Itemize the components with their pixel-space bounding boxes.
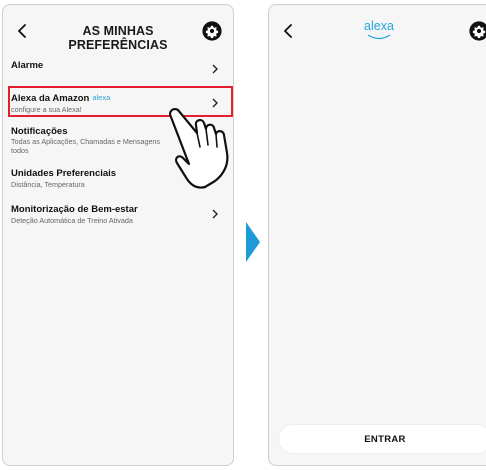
settings-item-label: Alexa da Amazon alexa bbox=[11, 93, 111, 104]
back-chevron-icon bbox=[18, 24, 26, 38]
settings-item-label: Monitorização de Bem-estar bbox=[11, 204, 138, 215]
settings-item-monitorizacao[interactable]: Monitorização de Bem-estar Deteção Autom… bbox=[3, 201, 233, 229]
arrow-right-icon bbox=[246, 222, 260, 262]
settings-item-sub: Deteção Automática de Treino Ativada bbox=[11, 216, 133, 225]
settings-item-sub: Distância, Temperatura bbox=[11, 180, 85, 189]
back-button[interactable] bbox=[11, 20, 33, 42]
entrar-button[interactable]: ENTRAR bbox=[279, 425, 486, 453]
settings-item-sub: todos bbox=[11, 146, 29, 155]
settings-item-label: Alarme bbox=[11, 60, 44, 71]
settings-item-notificacoes[interactable]: Notificações Todas as Aplicações, Chamad… bbox=[3, 123, 233, 157]
page-title: AS MINHAS PREFERÊNCIAS bbox=[68, 24, 168, 52]
alexa-smile-icon bbox=[367, 34, 391, 40]
settings-item-sub: Todas as Aplicações, Chamadas e Mensagen… bbox=[11, 137, 161, 146]
settings-item-sub: configure a sua Alexa! bbox=[11, 105, 82, 114]
alexa-logo-text: alexa bbox=[364, 19, 394, 33]
settings-item-alexa[interactable]: Alexa da Amazon alexa configure a sua Ale… bbox=[3, 89, 233, 117]
chevron-right-icon bbox=[212, 209, 218, 219]
alexa-header: alexa bbox=[269, 5, 486, 57]
alexa-badge: alexa bbox=[92, 93, 111, 102]
preferences-header: AS MINHAS PREFERÊNCIAS bbox=[3, 5, 233, 57]
back-chevron-icon bbox=[284, 24, 292, 38]
alexa-login-screen: alexa ENTRAR bbox=[268, 4, 486, 466]
preferences-screen: AS MINHAS PREFERÊNCIAS Alarme Alexa da A… bbox=[2, 4, 234, 466]
gear-icon[interactable] bbox=[201, 20, 223, 42]
settings-item-alarme[interactable]: Alarme bbox=[3, 57, 233, 83]
alexa-logo: alexa bbox=[359, 19, 399, 43]
back-button[interactable] bbox=[277, 20, 299, 42]
chevron-right-icon bbox=[212, 98, 218, 108]
settings-item-label: Notificações bbox=[11, 126, 68, 137]
settings-item-unidades[interactable]: Unidades Preferenciais Distância, Temper… bbox=[3, 165, 233, 193]
chevron-right-icon bbox=[212, 64, 218, 74]
chevron-right-icon bbox=[212, 173, 218, 183]
gear-icon[interactable] bbox=[468, 20, 486, 42]
settings-item-label: Unidades Preferenciais bbox=[11, 168, 117, 179]
